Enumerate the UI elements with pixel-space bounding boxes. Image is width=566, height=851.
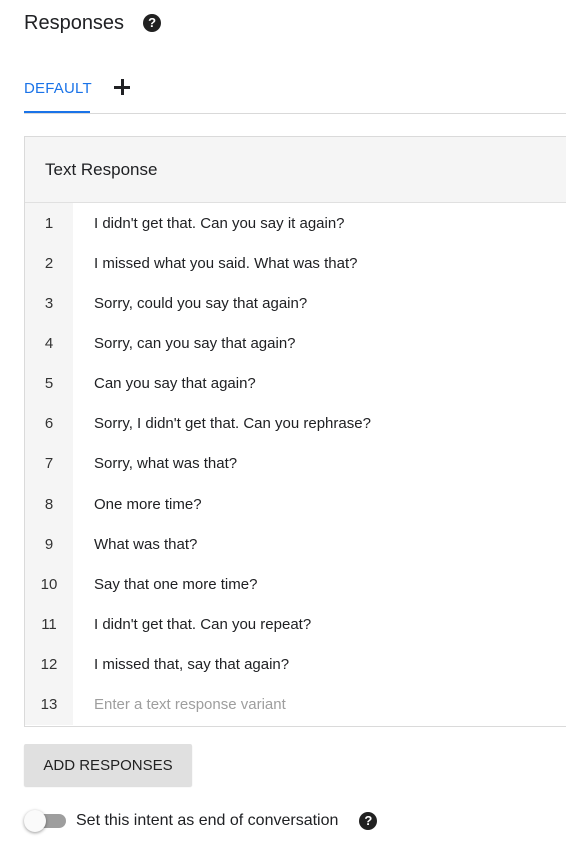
row-number: 7 — [44, 455, 54, 473]
row-number: 1 — [44, 214, 54, 232]
row-number: 5 — [44, 375, 54, 393]
response-text[interactable]: I missed that, say that again? — [94, 656, 289, 673]
end-conversation-toggle[interactable] — [22, 809, 66, 833]
toggle-thumb — [24, 810, 46, 832]
active-tab-indicator — [24, 111, 90, 113]
response-row[interactable]: 6 Sorry, I didn't get that. Can you reph… — [25, 404, 566, 444]
response-text[interactable]: Say that one more time? — [94, 576, 257, 593]
response-row[interactable]: 7 Sorry, what was that? — [25, 444, 566, 484]
end-conversation-label: Set this intent as end of conversation — [76, 812, 339, 829]
response-text[interactable]: Sorry, what was that? — [94, 455, 237, 472]
response-tabs: DEFAULT — [24, 72, 566, 114]
card-header: Text Response — [25, 137, 566, 203]
response-list: 1 I didn't get that. Can you say it agai… — [25, 203, 566, 725]
response-row[interactable]: 1 I didn't get that. Can you say it agai… — [25, 203, 566, 243]
end-conversation-setting: Set this intent as end of conversation ? — [22, 808, 378, 834]
row-number: 4 — [44, 334, 54, 352]
response-row[interactable]: 10 Say that one more time? — [25, 564, 566, 604]
response-row[interactable]: 8 One more time? — [25, 484, 566, 524]
row-number: 13 — [40, 696, 58, 714]
response-text[interactable]: Can you say that again? — [94, 375, 256, 392]
response-text[interactable]: I missed what you said. What was that? — [94, 255, 357, 272]
row-number: 9 — [44, 535, 54, 553]
card-title: Text Response — [45, 159, 158, 179]
new-response-input[interactable] — [94, 696, 514, 714]
response-row[interactable]: 5 Can you say that again? — [25, 364, 566, 404]
response-text[interactable]: Sorry, I didn't get that. Can you rephra… — [94, 415, 371, 432]
response-row[interactable]: 12 I missed that, say that again? — [25, 645, 566, 685]
row-number: 6 — [44, 415, 54, 433]
response-row[interactable]: 4 Sorry, can you say that again? — [25, 323, 566, 363]
row-number: 3 — [44, 294, 54, 312]
response-text[interactable]: I didn't get that. Can you say it again? — [94, 215, 345, 232]
text-response-card: Text Response 1 I didn't get that. Can y… — [24, 136, 566, 727]
tab-default[interactable]: DEFAULT — [24, 80, 92, 97]
response-text[interactable]: What was that? — [94, 536, 197, 553]
response-row[interactable]: 2 I missed what you said. What was that? — [25, 243, 566, 283]
row-number: 10 — [40, 575, 58, 593]
response-row[interactable]: 9 What was that? — [25, 524, 566, 564]
response-text[interactable]: Sorry, can you say that again? — [94, 335, 296, 352]
section-header: Responses ? — [24, 9, 162, 37]
help-icon[interactable]: ? — [359, 812, 378, 830]
plus-icon[interactable] — [113, 78, 131, 96]
response-text[interactable]: I didn't get that. Can you repeat? — [94, 616, 311, 633]
row-number: 2 — [44, 254, 54, 272]
row-number: 12 — [40, 656, 58, 674]
response-row[interactable]: 3 Sorry, could you say that again? — [25, 283, 566, 323]
new-response-row[interactable]: 13 — [25, 685, 566, 725]
page-title: Responses — [24, 12, 125, 34]
response-row[interactable]: 11 I didn't get that. Can you repeat? — [25, 604, 566, 644]
help-icon[interactable]: ? — [143, 14, 162, 32]
add-responses-button[interactable]: ADD RESPONSES — [24, 744, 192, 786]
response-text[interactable]: One more time? — [94, 496, 202, 513]
row-number: 8 — [44, 495, 54, 513]
response-text[interactable]: Sorry, could you say that again? — [94, 295, 307, 312]
row-number: 11 — [41, 615, 57, 633]
